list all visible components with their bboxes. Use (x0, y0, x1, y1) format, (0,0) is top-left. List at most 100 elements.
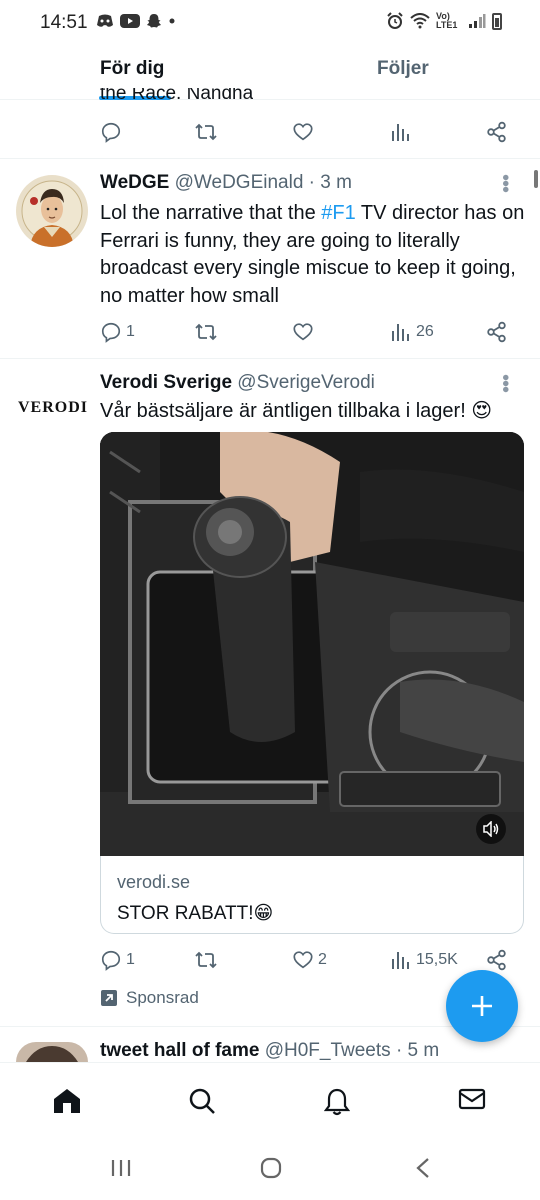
views-button[interactable] (390, 121, 486, 143)
tab-following[interactable]: Följer (377, 58, 429, 80)
nav-messages[interactable] (458, 1087, 486, 1116)
tweet-actions: 1 26 (100, 319, 512, 345)
views-button[interactable]: 26 (390, 321, 486, 343)
status-right-icons: Vo) LTE1 (386, 12, 502, 30)
author-handle[interactable]: @H0F_Tweets (265, 1040, 391, 1061)
bottom-navigation (0, 1062, 540, 1138)
avatar-image (16, 175, 88, 247)
divider (0, 158, 540, 159)
tweet-text: Vår bästsäljare är äntligen tillbaka i l… (100, 400, 493, 422)
reply-button[interactable]: 1 (100, 949, 194, 971)
tweet-time[interactable]: · 3 m (309, 172, 352, 193)
repost-button[interactable] (194, 321, 292, 343)
repost-button[interactable] (194, 949, 292, 971)
reply-icon (101, 122, 121, 143)
wifi-icon (410, 13, 430, 29)
more-options-icon[interactable]: ••• (493, 174, 516, 192)
views-icon (392, 952, 409, 969)
share-button[interactable] (486, 949, 508, 971)
nav-notifications[interactable] (323, 1087, 351, 1122)
share-button[interactable] (486, 321, 508, 343)
reply-count: 1 (126, 323, 135, 340)
share-icon (487, 321, 506, 343)
status-bar: 14:51 Vo) LTE1 (0, 0, 540, 44)
author-name[interactable]: Verodi Sverige (100, 372, 232, 393)
home-button[interactable] (260, 1157, 282, 1184)
like-count: 2 (318, 951, 327, 968)
share-button[interactable] (486, 121, 508, 143)
discord-icon (97, 14, 113, 27)
previous-tweet-text: the Race. Nandha (100, 88, 254, 100)
repost-icon (195, 951, 217, 969)
advertiser-logo[interactable]: VERODI (18, 399, 88, 417)
alarm-icon (387, 12, 403, 29)
nav-home[interactable] (52, 1087, 82, 1120)
tweet-header: Verodi Sverige @SverigeVerodi (100, 372, 375, 394)
like-button[interactable] (292, 321, 390, 343)
tab-for-you[interactable]: För dig (100, 58, 164, 80)
repost-icon (195, 323, 217, 341)
sponsored-text: Sponsrad (126, 988, 199, 1007)
heart-icon (293, 951, 313, 969)
repost-button[interactable] (194, 121, 292, 143)
notification-icons (96, 13, 176, 29)
nav-search[interactable] (188, 1087, 216, 1120)
home-circle-icon (260, 1157, 282, 1179)
author-handle[interactable]: @SverigeVerodi (237, 372, 375, 393)
link-title: STOR RABATT!😁 (117, 903, 274, 924)
repost-icon (195, 123, 217, 141)
tweet-time[interactable]: · 5 m (396, 1040, 439, 1061)
views-icon (392, 324, 409, 341)
mute-button[interactable] (476, 814, 506, 844)
recents-button[interactable] (110, 1158, 132, 1183)
sponsored-label[interactable]: Sponsrad (100, 988, 199, 1008)
heart-icon (293, 123, 313, 141)
hashtag-link[interactable]: #F1 (321, 202, 355, 224)
compose-post-button[interactable] (446, 970, 518, 1042)
like-button[interactable]: 2 (292, 949, 390, 971)
system-navigation-bar (0, 1138, 540, 1200)
reply-button[interactable] (100, 121, 194, 143)
previous-tweet-actions (100, 119, 512, 145)
link-card[interactable]: verodi.se STOR RABATT!😁 (100, 856, 524, 934)
divider (0, 358, 540, 359)
heart-icon (293, 323, 313, 341)
reply-button[interactable]: 1 (100, 321, 194, 343)
author-name[interactable]: tweet hall of fame (100, 1040, 259, 1061)
author-name[interactable]: WeDGE (100, 172, 169, 193)
views-count: 26 (416, 323, 434, 340)
views-icon (392, 124, 409, 141)
status-time: 14:51 (40, 12, 88, 33)
views-button[interactable]: 15,5K (390, 949, 486, 971)
battery-icon (492, 12, 502, 30)
video-frame (100, 432, 524, 856)
views-count: 15,5K (416, 951, 458, 968)
tweet-text-part: Lol the narrative that the (100, 202, 322, 224)
signal-icon (469, 14, 486, 28)
reply-count: 1 (126, 951, 135, 968)
avatar[interactable] (16, 1042, 88, 1062)
timeline-tabs: För dig Följer (0, 44, 540, 100)
like-button[interactable] (292, 121, 390, 143)
back-button[interactable] (414, 1157, 432, 1184)
bell-icon (323, 1088, 351, 1116)
tweet-actions: 1 2 15,5K (100, 947, 512, 973)
mail-icon (458, 1088, 486, 1110)
avatar[interactable] (16, 175, 88, 247)
tweet-header: tweet hall of fame @H0F_Tweets · 5 m (100, 1040, 439, 1062)
tweet-text: Lol the narrative that the #F1 TV direct… (100, 200, 530, 310)
home-icon (54, 1089, 80, 1113)
more-options-icon[interactable]: ••• (493, 374, 516, 392)
video-media[interactable] (100, 432, 524, 856)
plus-icon (472, 996, 492, 1016)
recents-icon (111, 1160, 131, 1176)
back-icon (416, 1158, 429, 1178)
search-icon (189, 1088, 215, 1114)
promoted-icon (101, 990, 117, 1006)
reply-icon (101, 950, 121, 971)
share-icon (487, 949, 506, 971)
author-handle[interactable]: @WeDGEinald (175, 172, 304, 193)
snapchat-icon (147, 14, 161, 28)
share-icon (487, 121, 506, 143)
scrollbar-thumb[interactable] (534, 170, 538, 188)
